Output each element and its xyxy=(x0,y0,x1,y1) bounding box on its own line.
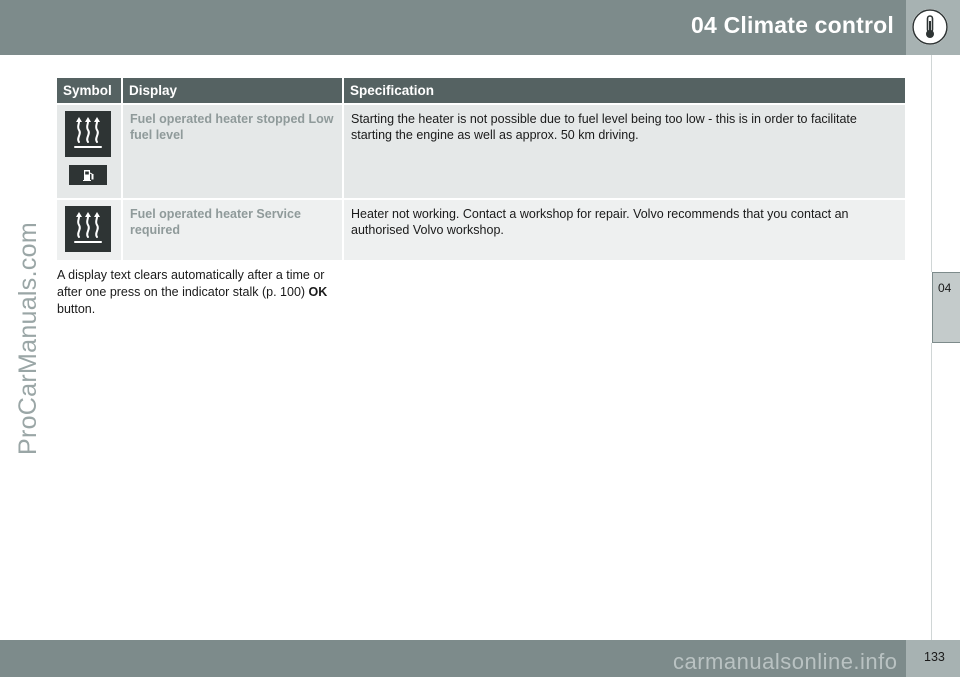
heater-icon xyxy=(65,111,111,157)
table-row: Fuel operated heater stopped Low fuel le… xyxy=(57,103,905,199)
display-cell: Fuel operated heater stopped Low fuel le… xyxy=(122,103,344,199)
ok-button-label: OK xyxy=(308,285,328,299)
specification-cell: Heater not working. Contact a workshop f… xyxy=(343,198,905,260)
table-header-row: Symbol Display Specification xyxy=(57,78,905,104)
site-watermark: ProCarManuals.com xyxy=(14,222,42,455)
display-message: Fuel operated heater Service required xyxy=(130,207,301,237)
margin-rule xyxy=(931,343,932,640)
table-row: Fuel operated heater Service required He… xyxy=(57,198,905,260)
specification-cell: Starting the heater is not possible due … xyxy=(343,103,905,199)
display-cell: Fuel operated heater Service required xyxy=(122,198,344,260)
symbol-cell xyxy=(57,103,123,199)
display-message: Fuel operated heater stopped Low fuel le… xyxy=(130,112,334,142)
message-table: Symbol Display Specification Fuel operat… xyxy=(57,78,905,260)
column-header-specification: Specification xyxy=(343,78,905,104)
page-number: 133 xyxy=(924,650,945,664)
note-paragraph: A display text clears automatically afte… xyxy=(57,267,337,318)
chapter-tab[interactable]: 04 xyxy=(932,272,960,343)
chapter-tab-label: 04 xyxy=(938,281,952,295)
site-watermark-bottom: carmanualsonline.info xyxy=(673,649,898,674)
symbol-cell xyxy=(57,198,123,260)
heater-icon xyxy=(65,206,111,252)
column-header-symbol: Symbol xyxy=(57,78,123,104)
margin-rule xyxy=(931,55,932,272)
page-title: 04 Climate control xyxy=(691,12,894,38)
note-text: A display text clears automatically afte… xyxy=(57,268,325,299)
thermometer-icon xyxy=(912,9,948,45)
fuel-pump-icon xyxy=(69,165,107,185)
column-header-display: Display xyxy=(122,78,344,104)
note-text-end: button. xyxy=(57,302,96,316)
